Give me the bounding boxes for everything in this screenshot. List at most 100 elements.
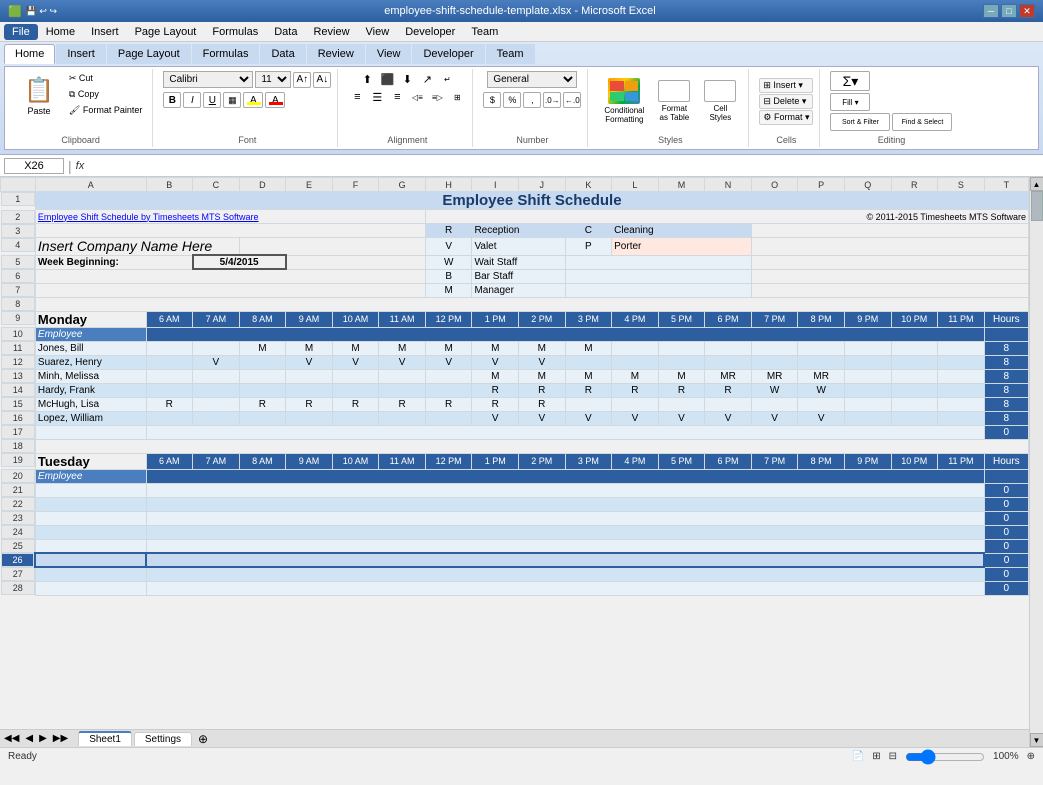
tue-emp27[interactable]	[35, 567, 146, 581]
maximize-button[interactable]: □	[1001, 4, 1017, 18]
col-q[interactable]: Q	[844, 178, 891, 192]
tab-developer[interactable]: Developer	[412, 44, 484, 64]
col-l[interactable]: L	[612, 178, 659, 192]
tab-team[interactable]: Team	[486, 44, 535, 64]
increase-indent-button[interactable]: ≡▷	[428, 89, 446, 105]
tab-nav-next[interactable]: ▶	[39, 733, 47, 744]
tab-review[interactable]: Review	[307, 44, 365, 64]
decrease-indent-button[interactable]: ◁≡	[408, 89, 426, 105]
menu-insert[interactable]: Insert	[83, 24, 127, 40]
page-layout-btn[interactable]: 📄	[852, 751, 864, 762]
hardy-9pm[interactable]	[844, 383, 891, 397]
font-color-button[interactable]: A	[265, 92, 285, 108]
jones-10pm[interactable]	[891, 341, 938, 355]
align-left-button[interactable]: ≡	[348, 89, 366, 105]
italic-button[interactable]: I	[183, 92, 201, 108]
mchugh-1pm[interactable]: R	[472, 397, 519, 411]
mchugh-6am[interactable]: R	[146, 397, 193, 411]
jones-8am[interactable]: M	[239, 341, 286, 355]
title-cell[interactable]: Employee Shift Schedule	[35, 192, 1028, 210]
minh-1pm[interactable]: M	[472, 369, 519, 383]
font-size-select[interactable]: 11	[255, 71, 291, 88]
suarez-12pm[interactable]: V	[425, 355, 472, 369]
minh-10am[interactable]	[332, 369, 379, 383]
col-s[interactable]: S	[938, 178, 985, 192]
mchugh-9am[interactable]: R	[286, 397, 333, 411]
suarez-3pm[interactable]	[565, 355, 612, 369]
jones-10am[interactable]: M	[332, 341, 379, 355]
emp-hardy[interactable]: Hardy, Frank	[35, 383, 146, 397]
lopez-6pm[interactable]: V	[705, 411, 752, 425]
mchugh-12pm[interactable]: R	[425, 397, 472, 411]
hardy-3pm[interactable]: R	[565, 383, 612, 397]
minh-5pm[interactable]: M	[658, 369, 705, 383]
zoom-in-button[interactable]: ⊕	[1027, 751, 1035, 762]
hardy-12pm[interactable]	[425, 383, 472, 397]
tab-settings[interactable]: Settings	[134, 732, 192, 746]
tue-emp25[interactable]	[35, 539, 146, 553]
wrap-text-button[interactable]: ↵	[438, 71, 456, 87]
menu-review[interactable]: Review	[305, 24, 357, 40]
col-c[interactable]: C	[193, 178, 240, 192]
col-t[interactable]: T	[984, 178, 1028, 192]
minh-8pm[interactable]: MR	[798, 369, 845, 383]
jones-2pm[interactable]: M	[519, 341, 566, 355]
col-d[interactable]: D	[239, 178, 286, 192]
emp-lopez[interactable]: Lopez, William	[35, 411, 146, 425]
suarez-2pm[interactable]: V	[519, 355, 566, 369]
col-i[interactable]: I	[472, 178, 519, 192]
mchugh-10am[interactable]: R	[332, 397, 379, 411]
col-j[interactable]: J	[519, 178, 566, 192]
scroll-thumb-v[interactable]	[1031, 191, 1043, 221]
decrease-decimal-button[interactable]: ←.0	[563, 92, 581, 108]
scroll-up-button[interactable]: ▲	[1030, 177, 1043, 191]
insert-button[interactable]: ⊞ Insert ▾	[759, 78, 813, 93]
mchugh-4pm[interactable]	[612, 397, 659, 411]
tab-view[interactable]: View	[366, 44, 412, 64]
mchugh-2pm[interactable]: R	[519, 397, 566, 411]
align-middle-button[interactable]: ⬛	[378, 71, 396, 87]
col-m[interactable]: M	[658, 178, 705, 192]
align-top-button[interactable]: ⬆	[358, 71, 376, 87]
minh-11am[interactable]	[379, 369, 426, 383]
mchugh-8am[interactable]: R	[239, 397, 286, 411]
close-button[interactable]: ✕	[1019, 4, 1035, 18]
mchugh-11pm[interactable]	[938, 397, 985, 411]
suarez-9am[interactable]: V	[286, 355, 333, 369]
emp-jones[interactable]: Jones, Bill	[35, 341, 146, 355]
week-date-cell[interactable]: 5/4/2015	[193, 255, 286, 269]
lopez-11am[interactable]	[379, 411, 426, 425]
formula-input[interactable]	[88, 160, 1039, 172]
tue-emp22[interactable]	[35, 497, 146, 511]
subtitle-link[interactable]: Employee Shift Schedule by Timesheets MT…	[38, 212, 259, 222]
subtitle-link-cell[interactable]: Employee Shift Schedule by Timesheets MT…	[35, 210, 425, 224]
lopez-1pm[interactable]: V	[472, 411, 519, 425]
number-format-select[interactable]: General	[487, 71, 577, 88]
font-family-select[interactable]: Calibri	[163, 71, 253, 88]
merge-center-button[interactable]: ⊞	[448, 89, 466, 105]
jones-6pm[interactable]	[705, 341, 752, 355]
align-right-button[interactable]: ≡	[388, 89, 406, 105]
col-f[interactable]: F	[332, 178, 379, 192]
tue-emp26[interactable]	[35, 553, 146, 567]
tab-nav-prev[interactable]: ◀	[25, 733, 33, 744]
format-as-table-button[interactable]: Format as Table	[652, 76, 696, 126]
minh-8am[interactable]	[239, 369, 286, 383]
mchugh-7pm[interactable]	[751, 397, 798, 411]
format-painter-button[interactable]: 🖌 Format Painter	[65, 103, 146, 118]
fill-color-button[interactable]: A	[243, 92, 263, 108]
vertical-scrollbar[interactable]: ▲ ▼	[1029, 177, 1043, 747]
tab-nav-right[interactable]: ▶▶	[53, 733, 68, 744]
suarez-6am[interactable]	[146, 355, 193, 369]
minh-2pm[interactable]: M	[519, 369, 566, 383]
tab-data[interactable]: Data	[260, 44, 305, 64]
jones-11pm[interactable]	[938, 341, 985, 355]
col-o[interactable]: O	[751, 178, 798, 192]
row17-name[interactable]	[35, 425, 146, 439]
currency-button[interactable]: $	[483, 92, 501, 108]
hardy-4pm[interactable]: R	[612, 383, 659, 397]
menu-team[interactable]: Team	[463, 24, 506, 40]
zoom-slider[interactable]	[905, 749, 985, 765]
align-center-button[interactable]: ☰	[368, 89, 386, 105]
tab-page-layout[interactable]: Page Layout	[107, 44, 191, 64]
